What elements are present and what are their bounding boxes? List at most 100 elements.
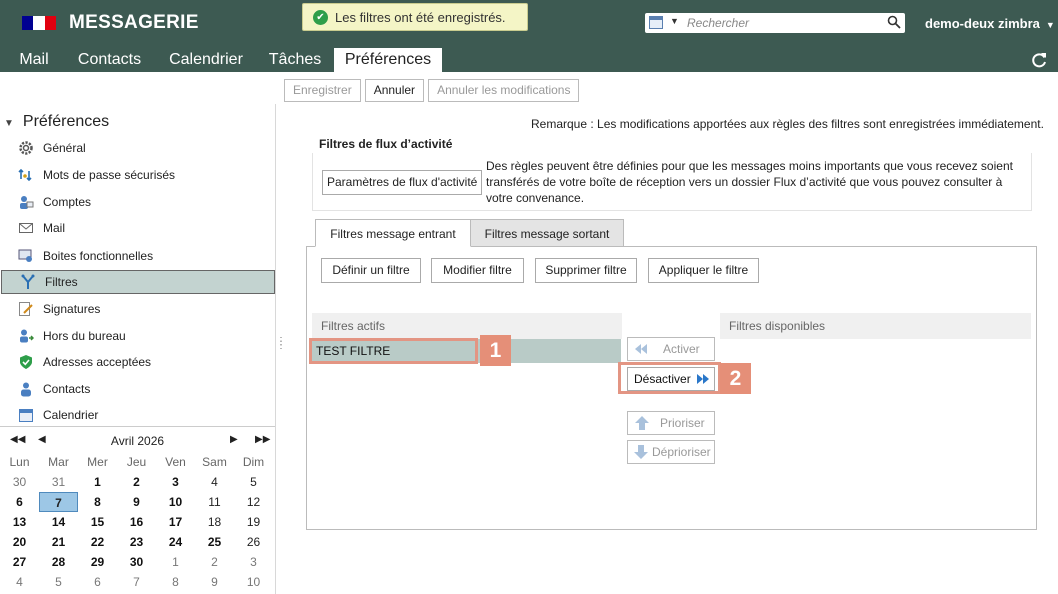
sidebar-item-mail[interactable]: Mail — [0, 216, 275, 240]
day-cell[interactable]: 7 — [117, 572, 156, 592]
tab-outgoing-filters[interactable]: Filtres message sortant — [470, 219, 624, 247]
day-cell[interactable]: 3 — [156, 472, 195, 492]
day-cell[interactable]: 5 — [234, 472, 273, 492]
cancel-button[interactable]: Annuler — [364, 79, 425, 102]
day-cell[interactable]: 27 — [0, 552, 39, 572]
tab-contacts[interactable]: Contacts — [72, 48, 147, 72]
deprioritize-button[interactable]: Déprioriser — [627, 440, 715, 464]
active-filters-header: Filtres actifs — [312, 313, 622, 339]
prioritize-button[interactable]: Prioriser — [627, 411, 715, 435]
next-month-icon[interactable]: ▶ — [230, 434, 238, 445]
day-cell[interactable]: 22 — [78, 532, 117, 552]
day-cell[interactable]: 4 — [195, 472, 234, 492]
day-cell[interactable]: 30 — [117, 552, 156, 572]
search-input[interactable]: Rechercher — [687, 16, 749, 30]
week-row: 13 14 15 16 17 18 19 — [0, 512, 275, 532]
weekday-label: Mer — [87, 455, 108, 469]
gear-icon — [18, 140, 34, 156]
collapse-triangle-icon[interactable]: ▼ — [4, 118, 14, 129]
day-cell[interactable]: 4 — [0, 572, 39, 592]
day-cell-today[interactable]: 7 — [39, 492, 78, 512]
sidebar-item-contacts[interactable]: Contacts — [0, 377, 275, 401]
day-cell[interactable]: 31 — [39, 472, 78, 492]
day-cell[interactable]: 21 — [39, 532, 78, 552]
preferences-tree-header[interactable]: ▼ Préférences — [4, 113, 109, 131]
sidebar-item-label: Général — [43, 141, 86, 155]
shield-check-icon — [18, 354, 34, 370]
undo-changes-button[interactable]: Annuler les modifications — [428, 79, 580, 102]
day-cell[interactable]: 13 — [0, 512, 39, 532]
search-box[interactable]: ▼ Rechercher — [645, 13, 905, 33]
out-of-office-icon — [18, 328, 34, 344]
apply-filter-button[interactable]: Appliquer le filtre — [648, 258, 759, 283]
sidebar-item-label: Comptes — [43, 195, 92, 209]
day-cell[interactable]: 15 — [78, 512, 117, 532]
sidebar-item-shared-mailboxes[interactable]: Boites fonctionnelles — [0, 244, 275, 268]
delete-filter-button[interactable]: Supprimer filtre — [535, 258, 637, 283]
day-cell[interactable]: 29 — [78, 552, 117, 572]
refresh-icon[interactable] — [1029, 50, 1049, 70]
day-cell[interactable]: 10 — [156, 492, 195, 512]
define-filter-button[interactable]: Définir un filtre — [321, 258, 421, 283]
day-cell[interactable]: 3 — [234, 552, 273, 572]
sidebar-item-passwords[interactable]: Mots de passe sécurisés — [0, 163, 275, 187]
day-cell[interactable]: 12 — [234, 492, 273, 512]
day-cell[interactable]: 2 — [117, 472, 156, 492]
sidebar-item-filtres[interactable]: Filtres — [1, 270, 275, 294]
day-cell[interactable]: 16 — [117, 512, 156, 532]
next-year-icon[interactable]: ▶▶ — [255, 434, 270, 445]
search-icon[interactable] — [887, 15, 901, 29]
day-cell[interactable]: 9 — [117, 492, 156, 512]
filter-icon — [20, 274, 36, 290]
day-cell[interactable]: 6 — [78, 572, 117, 592]
tab-calendrier[interactable]: Calendrier — [162, 48, 250, 72]
sidebar-item-general[interactable]: Général — [0, 136, 275, 160]
day-cell[interactable]: 18 — [195, 512, 234, 532]
day-cell[interactable]: 11 — [195, 492, 234, 512]
sidebar-item-accounts[interactable]: Comptes — [0, 190, 275, 214]
user-menu[interactable]: demo-deux zimbra ▼ — [925, 16, 1055, 31]
sidebar-item-calendar[interactable]: Calendrier — [0, 403, 275, 427]
activate-button[interactable]: Activer — [627, 337, 715, 361]
highlight-box — [618, 362, 721, 394]
day-cell[interactable]: 20 — [0, 532, 39, 552]
day-cell[interactable]: 2 — [195, 552, 234, 572]
day-cell[interactable]: 23 — [117, 532, 156, 552]
day-cell[interactable]: 5 — [39, 572, 78, 592]
day-cell[interactable]: 25 — [195, 532, 234, 552]
day-cell[interactable]: 9 — [195, 572, 234, 592]
calendar-scope-icon[interactable] — [649, 16, 663, 29]
day-cell[interactable]: 19 — [234, 512, 273, 532]
day-cell[interactable]: 30 — [0, 472, 39, 492]
tab-incoming-filters[interactable]: Filtres message entrant — [315, 219, 471, 247]
sidebar-item-signatures[interactable]: Signatures — [0, 297, 275, 321]
chevron-down-icon[interactable]: ▼ — [670, 16, 679, 26]
sidebar-item-label: Filtres — [45, 275, 78, 289]
day-cell[interactable]: 24 — [156, 532, 195, 552]
activity-section-title: Filtres de flux d’activité — [319, 137, 453, 151]
day-cell[interactable]: 1 — [78, 472, 117, 492]
tab-taches[interactable]: Tâches — [262, 48, 328, 72]
shared-mailbox-icon — [18, 248, 34, 264]
edit-filter-button[interactable]: Modifier filtre — [431, 258, 524, 283]
day-cell[interactable]: 1 — [156, 552, 195, 572]
arrow-up-icon — [635, 416, 649, 430]
tab-preferences[interactable]: Préférences — [334, 48, 442, 72]
sidebar-resize-handle[interactable]: ⋮ ⋮ — [276, 337, 286, 356]
chevron-down-icon[interactable]: ▼ — [1046, 20, 1055, 30]
day-cell[interactable]: 8 — [156, 572, 195, 592]
activity-settings-button[interactable]: Paramètres de flux d'activité — [322, 170, 483, 195]
day-cell[interactable]: 26 — [234, 532, 273, 552]
day-cell[interactable]: 6 — [0, 492, 39, 512]
day-cell[interactable]: 28 — [39, 552, 78, 572]
day-cell[interactable]: 17 — [156, 512, 195, 532]
user-name[interactable]: demo-deux zimbra — [925, 16, 1040, 31]
save-button[interactable]: Enregistrer — [284, 79, 361, 102]
day-cell[interactable]: 8 — [78, 492, 117, 512]
sidebar-item-out-of-office[interactable]: Hors du bureau — [0, 324, 275, 348]
day-cell[interactable]: 14 — [39, 512, 78, 532]
divider — [0, 426, 275, 427]
tab-mail[interactable]: Mail — [8, 48, 60, 72]
day-cell[interactable]: 10 — [234, 572, 273, 592]
sidebar-item-accepted-addresses[interactable]: Adresses acceptées — [0, 350, 275, 374]
